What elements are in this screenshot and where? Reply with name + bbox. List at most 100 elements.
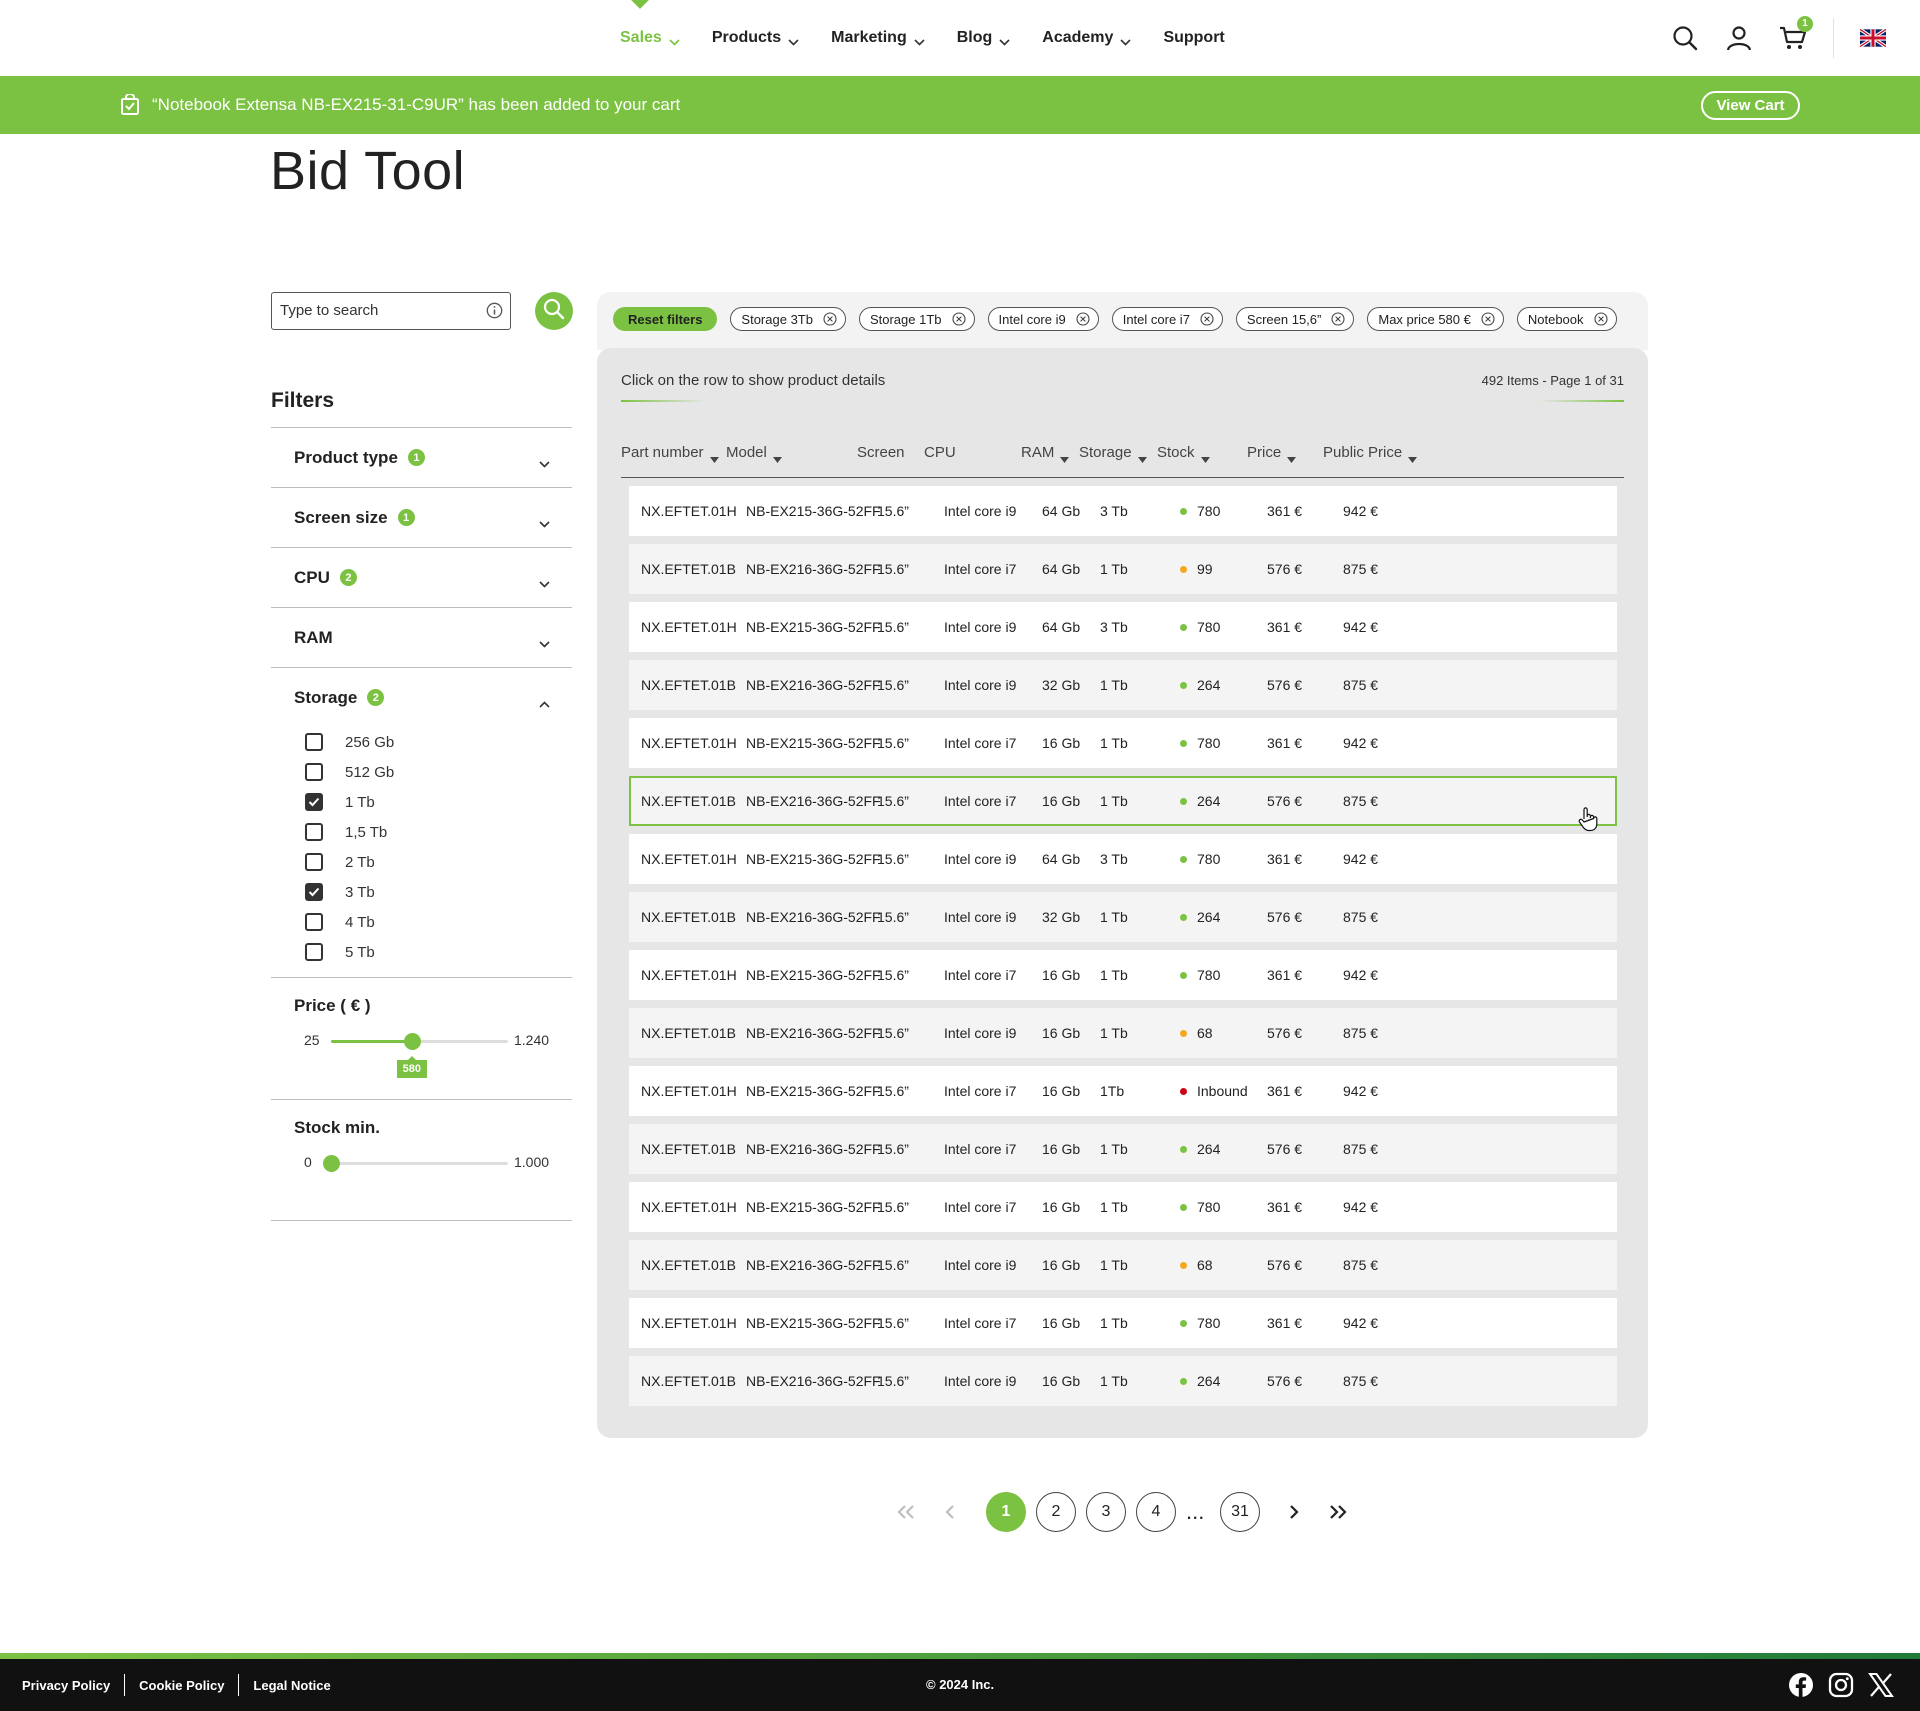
storage-option[interactable]: 5 Tb [271, 937, 572, 967]
filter-chip-notebook[interactable]: Notebook [1516, 307, 1617, 331]
column-header-screen: Screen [857, 444, 905, 461]
remove-filter-icon[interactable] [1593, 312, 1608, 326]
search-input[interactable] [280, 293, 480, 327]
table-row[interactable]: NX.EFTET.01B NB-EX216-36G-52FF 15.6” Intel … [629, 892, 1617, 942]
nav-item-sales[interactable]: Sales [620, 0, 680, 75]
previous-page-icon[interactable] [934, 1492, 966, 1532]
table-row[interactable]: NX.EFTET.01H NB-EX215-36G-52FF 15.6” Intel … [629, 950, 1617, 1000]
nav-item-products[interactable]: Products [712, 0, 799, 75]
nav-item-blog[interactable]: Blog [957, 0, 1010, 75]
table-row[interactable]: NX.EFTET.01B NB-EX216-36G-52FF 15.6” Intel … [629, 1356, 1617, 1406]
reset-filters-button[interactable]: Reset filters [613, 307, 718, 331]
storage-option[interactable]: 3 Tb [271, 877, 572, 907]
cart-icon[interactable]: 1 [1779, 15, 1813, 52]
last-page-icon[interactable] [1322, 1492, 1354, 1532]
checkbox[interactable] [305, 733, 323, 751]
search-button[interactable] [535, 292, 573, 330]
page-3-button[interactable]: 3 [1086, 1492, 1126, 1532]
column-header-price[interactable]: Price [1247, 444, 1297, 463]
stock-slider-handle[interactable] [323, 1155, 340, 1172]
price-slider-track[interactable]: 580 [331, 1033, 508, 1078]
checkbox[interactable] [305, 883, 323, 901]
view-cart-button[interactable]: View Cart [1701, 91, 1800, 120]
page-2-button[interactable]: 2 [1036, 1492, 1076, 1532]
nav-item-academy[interactable]: Academy [1042, 0, 1132, 75]
cell-price: 576 € [1267, 909, 1303, 925]
table-row[interactable]: NX.EFTET.01H NB-EX215-36G-52FF 15.6” Intel … [629, 486, 1617, 536]
table-row[interactable]: NX.EFTET.01H NB-EX215-36G-52FF 15.6” Intel … [629, 718, 1617, 768]
column-header-stock[interactable]: Stock [1157, 444, 1210, 463]
filter-chip-storage-3tb[interactable]: Storage 3Tb [730, 307, 846, 331]
storage-option[interactable]: 1 Tb [271, 787, 572, 817]
table-row[interactable]: NX.EFTET.01H NB-EX215-36G-52FF 15.6” Intel … [629, 1066, 1617, 1116]
column-header-public-price[interactable]: Public Price [1323, 444, 1418, 463]
table-row[interactable]: NX.EFTET.01H NB-EX215-36G-52FF 15.6” Intel … [629, 1182, 1617, 1232]
checkbox[interactable] [305, 943, 323, 961]
remove-filter-icon[interactable] [823, 312, 837, 326]
storage-option[interactable]: 1,5 Tb [271, 817, 572, 847]
storage-option[interactable]: 4 Tb [271, 907, 572, 937]
remove-filter-icon[interactable] [1481, 312, 1495, 326]
facebook-icon[interactable] [1788, 1672, 1814, 1698]
checkbox[interactable] [305, 763, 323, 781]
column-header-storage[interactable]: Storage [1079, 444, 1147, 463]
filter-chip-storage-1tb[interactable]: Storage 1Tb [858, 307, 975, 331]
stock-slider-track[interactable] [323, 1155, 508, 1172]
footer-link-cookie-policy[interactable]: Cookie Policy [125, 1674, 240, 1696]
remove-filter-icon[interactable] [1200, 312, 1214, 326]
filter-header-cpu[interactable]: CPU 2 [271, 548, 572, 607]
table-row[interactable]: NX.EFTET.01B NB-EX216-36G-52FF 15.6” Intel … [629, 1240, 1617, 1290]
storage-option[interactable]: 512 Gb [271, 757, 572, 787]
checkbox[interactable] [305, 913, 323, 931]
instagram-icon[interactable] [1828, 1672, 1854, 1698]
filter-chip-intel-core-i7[interactable]: Intel core i7 [1111, 307, 1223, 331]
storage-option[interactable]: 256 Gb [271, 727, 572, 757]
table-row[interactable]: NX.EFTET.01B NB-EX216-36G-52FF 15.6” Intel … [629, 660, 1617, 710]
page-last-button[interactable]: 31 [1220, 1492, 1260, 1532]
page-1-button[interactable]: 1 [986, 1492, 1026, 1532]
cell-ram: 16 Gb [1042, 1199, 1081, 1215]
filter-chip-max-price-580[interactable]: Max price 580 € [1367, 307, 1504, 331]
search-icon[interactable] [1671, 24, 1699, 52]
info-icon[interactable] [486, 302, 503, 324]
table-row[interactable]: NX.EFTET.01B NB-EX216-36G-52FF 15.6” Intel … [629, 1008, 1617, 1058]
nav-item-support[interactable]: Support [1163, 0, 1224, 75]
filter-header-screen-size[interactable]: Screen size 1 [271, 488, 572, 547]
footer-link-legal-notice[interactable]: Legal Notice [239, 1674, 344, 1696]
checkbox[interactable] [305, 823, 323, 841]
filter-header-product-type[interactable]: Product type 1 [271, 428, 572, 487]
filter-chip-intel-core-i9[interactable]: Intel core i9 [987, 307, 1099, 331]
storage-option[interactable]: 2 Tb [271, 847, 572, 877]
page-4-button[interactable]: 4 [1136, 1492, 1176, 1532]
count-underline [1540, 400, 1624, 402]
table-row[interactable]: NX.EFTET.01B NB-EX216-36G-52FF 15.6” Intel … [629, 1124, 1617, 1174]
table-row[interactable]: NX.EFTET.01H NB-EX215-36G-52FF 15.6” Intel … [629, 1298, 1617, 1348]
filter-header-storage[interactable]: Storage 2 [271, 668, 572, 727]
cell-model: NB-EX215-36G-52FF [746, 1315, 881, 1331]
checkbox[interactable] [305, 853, 323, 871]
price-slider-handle[interactable] [403, 1033, 421, 1050]
first-page-icon[interactable] [890, 1492, 922, 1532]
column-header-part-number[interactable]: Part number [621, 444, 719, 463]
user-icon[interactable] [1725, 24, 1753, 52]
remove-filter-icon[interactable] [1331, 312, 1345, 326]
uk-flag-icon[interactable] [1859, 27, 1887, 48]
x-icon[interactable] [1868, 1672, 1894, 1698]
remove-filter-icon[interactable] [1076, 312, 1090, 326]
table-row[interactable]: NX.EFTET.01H NB-EX215-36G-52FF 15.6” Intel … [629, 602, 1617, 652]
table-row[interactable]: NX.EFTET.01B NB-EX216-36G-52FF 15.6” Intel … [629, 544, 1617, 594]
cell-model: NB-EX215-36G-52FF [746, 967, 881, 983]
next-page-icon[interactable] [1278, 1492, 1310, 1532]
filters-panel: Product type 1 Screen size 1 CPU 2 RAM Storage… [271, 427, 572, 1221]
footer-link-privacy-policy[interactable]: Privacy Policy [22, 1674, 126, 1696]
checkbox[interactable] [305, 793, 323, 811]
column-header-model[interactable]: Model [726, 444, 782, 463]
table-row[interactable]: NX.EFTET.01B NB-EX216-36G-52FF 15.6” Intel … [629, 776, 1617, 826]
table-row[interactable]: NX.EFTET.01H NB-EX215-36G-52FF 15.6” Intel … [629, 834, 1617, 884]
filter-chip-screen-15-6[interactable]: Screen 15,6” [1235, 307, 1355, 331]
filter-header-ram[interactable]: RAM [271, 608, 572, 667]
remove-filter-icon[interactable] [951, 312, 966, 326]
cell-storage: 1Tb [1100, 1083, 1125, 1099]
nav-item-marketing[interactable]: Marketing [831, 0, 925, 75]
column-header-ram[interactable]: RAM [1021, 444, 1070, 463]
